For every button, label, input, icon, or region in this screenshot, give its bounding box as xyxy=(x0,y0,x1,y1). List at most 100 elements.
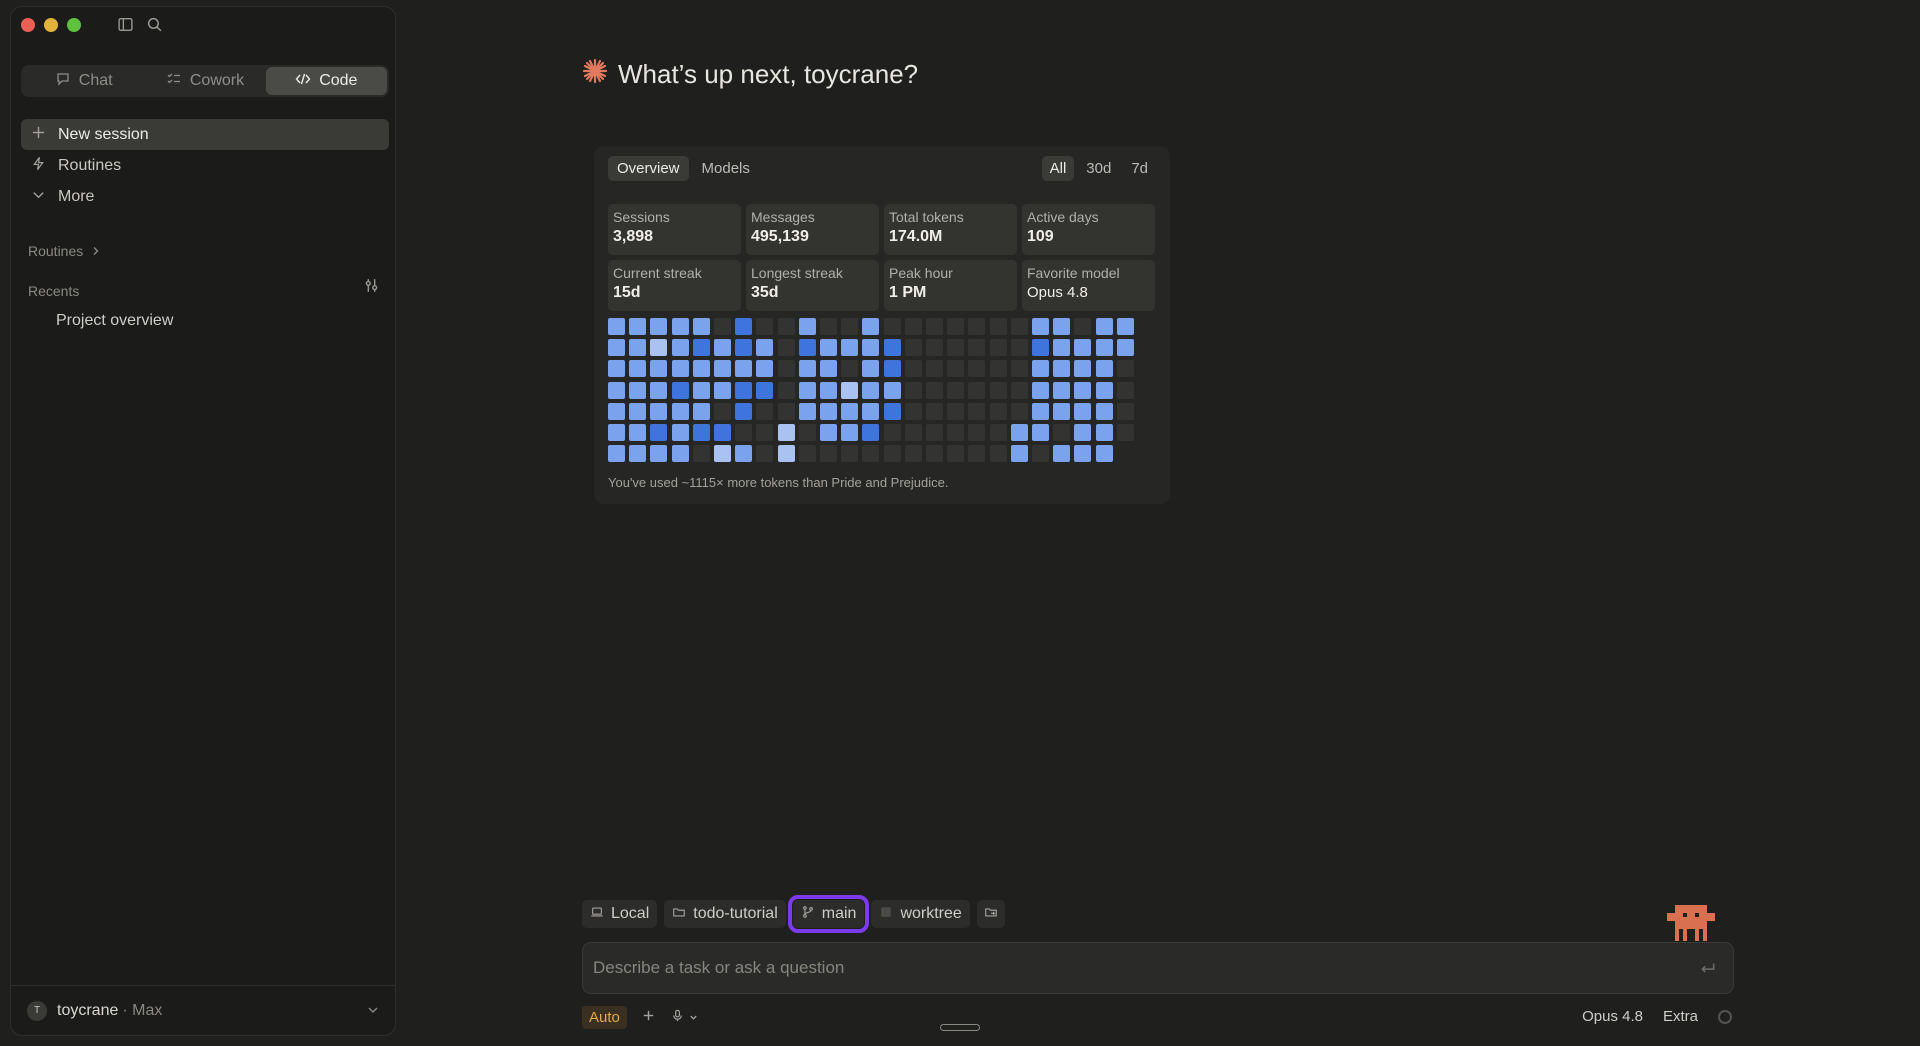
tab-cowork[interactable]: Cowork xyxy=(144,67,265,95)
mode-badge[interactable]: Auto xyxy=(582,1006,627,1029)
heatmap-cell xyxy=(968,381,986,399)
stat-value: Opus 4.8 xyxy=(1027,284,1088,301)
heatmap-cell xyxy=(629,445,647,463)
branch-chip[interactable]: main xyxy=(787,895,870,933)
enter-icon[interactable] xyxy=(1699,959,1717,982)
heatmap-cell xyxy=(608,318,625,335)
worktree-label: worktree xyxy=(900,905,962,922)
chevron-down-icon xyxy=(31,187,46,207)
branch-icon xyxy=(801,905,815,924)
heatmap-cell xyxy=(1032,360,1049,378)
heatmap-cell xyxy=(1116,402,1134,420)
heatmap-cell xyxy=(862,402,880,420)
heatmap-cell xyxy=(671,381,689,399)
heatmap-cell xyxy=(883,445,901,463)
filter-icon[interactable] xyxy=(363,277,380,299)
routines-section-header[interactable]: Routines xyxy=(28,243,101,259)
heatmap-cell xyxy=(608,360,625,378)
heatmap-cell xyxy=(947,445,965,463)
tab-code[interactable]: Code xyxy=(265,67,387,95)
laptop-icon xyxy=(590,905,604,924)
worktree-chip[interactable]: worktree xyxy=(871,900,970,928)
tab-models[interactable]: Models xyxy=(693,156,759,181)
heatmap-cell xyxy=(629,402,647,420)
stat-cards: Sessions 3,898 Messages 495,139 Total to… xyxy=(608,204,1156,311)
range-30d[interactable]: 30d xyxy=(1078,156,1119,181)
heatmap-cell xyxy=(798,445,816,463)
heatmap-cell xyxy=(692,402,710,420)
heatmap-cell xyxy=(692,424,710,441)
heatmap-cell xyxy=(608,424,625,441)
more-label: More xyxy=(58,187,95,205)
environment-chip[interactable]: Local xyxy=(582,900,658,928)
heatmap-cell xyxy=(1074,318,1092,335)
tab-chat[interactable]: Chat xyxy=(23,67,144,95)
heatmap-cell xyxy=(968,402,986,420)
voice-input-button[interactable] xyxy=(670,1008,698,1028)
heatmap-cell xyxy=(926,339,943,357)
mode-switcher: Chat Cowork Code xyxy=(21,65,389,97)
heatmap-cell xyxy=(841,424,859,441)
heatmap-cell xyxy=(926,445,943,463)
heatmap-cell xyxy=(841,360,859,378)
heatmap-cell xyxy=(1010,381,1028,399)
heatmap-cell xyxy=(883,381,901,399)
heatmap-cell xyxy=(671,424,689,441)
sidebar-item-more[interactable]: More xyxy=(21,181,389,212)
heatmap-cell xyxy=(798,424,816,441)
heatmap-cell xyxy=(692,445,710,463)
heatmap-cell xyxy=(608,402,625,420)
heatmap-cell xyxy=(735,360,753,378)
heatmap-cell xyxy=(820,318,837,335)
heatmap-cell xyxy=(777,445,795,463)
recent-item[interactable]: Project overview xyxy=(56,312,173,330)
add-attachment-button[interactable] xyxy=(641,1008,656,1028)
routines-label: Routines xyxy=(58,156,122,174)
heatmap-cell xyxy=(820,360,837,378)
heatmap-cell xyxy=(1010,360,1028,378)
context-chips: Local todo-tutorial main worktree xyxy=(582,895,1005,933)
heatmap-cell xyxy=(756,318,774,335)
heatmap-cell xyxy=(947,381,965,399)
effort-selector[interactable]: Extra xyxy=(1663,1008,1698,1025)
sidebar-item-routines[interactable]: Routines xyxy=(21,150,389,181)
account-menu[interactable]: T toycrane · Max xyxy=(11,985,395,1035)
heatmap-cell xyxy=(904,445,922,463)
heatmap-cell xyxy=(692,381,710,399)
heatmap-cell xyxy=(862,424,880,441)
tab-overview[interactable]: Overview xyxy=(608,156,689,181)
prompt-input[interactable] xyxy=(593,943,1673,993)
heatmap-cell xyxy=(820,402,837,420)
folder-icon xyxy=(672,905,686,924)
heatmap-cell xyxy=(1053,318,1071,335)
heatmap-cell xyxy=(1032,424,1049,441)
heatmap-cell xyxy=(820,424,837,441)
heatmap-cell xyxy=(989,402,1007,420)
range-all[interactable]: All xyxy=(1041,156,1075,181)
sidebar-toggle-icon[interactable] xyxy=(117,16,134,38)
resize-handle[interactable] xyxy=(940,1024,980,1031)
prompt-box xyxy=(582,942,1734,994)
minimize-window-button[interactable] xyxy=(44,18,58,32)
heatmap-cell xyxy=(968,424,986,441)
tab-code-label: Code xyxy=(319,72,358,89)
heatmap-cell xyxy=(841,381,859,399)
open-folder-button[interactable] xyxy=(976,900,1005,928)
heatmap-cell xyxy=(1095,360,1113,378)
branch-label: main xyxy=(821,905,857,922)
model-controls: Opus 4.8 Extra xyxy=(1582,1008,1732,1025)
folder-chip[interactable]: todo-tutorial xyxy=(664,900,786,928)
maximize-window-button[interactable] xyxy=(67,18,81,32)
heatmap-cell xyxy=(862,360,880,378)
close-window-button[interactable] xyxy=(21,18,35,32)
new-session-button[interactable]: New session xyxy=(21,119,389,150)
heatmap-cell xyxy=(671,360,689,378)
heatmap-cell xyxy=(1053,424,1071,441)
heatmap-cell xyxy=(989,360,1007,378)
search-icon[interactable] xyxy=(146,16,163,38)
heatmap-cell xyxy=(756,445,774,463)
heatmap-cell xyxy=(1010,424,1028,441)
model-selector[interactable]: Opus 4.8 xyxy=(1582,1008,1643,1025)
range-7d[interactable]: 7d xyxy=(1123,156,1156,181)
heatmap-cell xyxy=(1116,381,1134,399)
